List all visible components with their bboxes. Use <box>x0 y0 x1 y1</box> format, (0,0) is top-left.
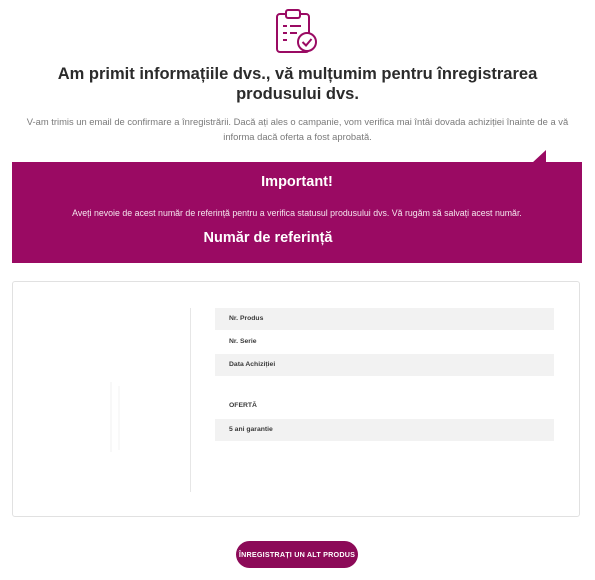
product-number-row: Nr. Produs <box>215 308 554 330</box>
confirmation-message: V-am trimis un email de confirmare a înr… <box>26 116 569 142</box>
card-divider <box>190 308 191 492</box>
warranty-offer-row: 5 ani garantie <box>215 419 554 441</box>
product-image <box>37 322 167 482</box>
serial-number-row: Nr. Serie <box>229 338 257 345</box>
product-card: Nr. Produs Nr. Serie Data Achiziției OFE… <box>12 281 580 517</box>
purchase-date-row: Data Achiziției <box>215 354 554 376</box>
page-title: Am primit informațiile dvs., vă mulțumim… <box>57 65 538 103</box>
reference-number-label: Număr de referință <box>203 230 333 246</box>
important-banner: Important! Aveți nevoie de acest număr d… <box>12 162 582 263</box>
offer-heading: OFERTĂ <box>229 402 257 409</box>
banner-title: Important! <box>261 174 333 190</box>
banner-text: Aveți nevoie de acest număr de referință… <box>72 208 522 218</box>
clipboard-check-icon <box>274 8 322 56</box>
register-another-product-button[interactable]: ÎNREGISTRAȚI UN ALT PRODUS <box>236 541 358 568</box>
